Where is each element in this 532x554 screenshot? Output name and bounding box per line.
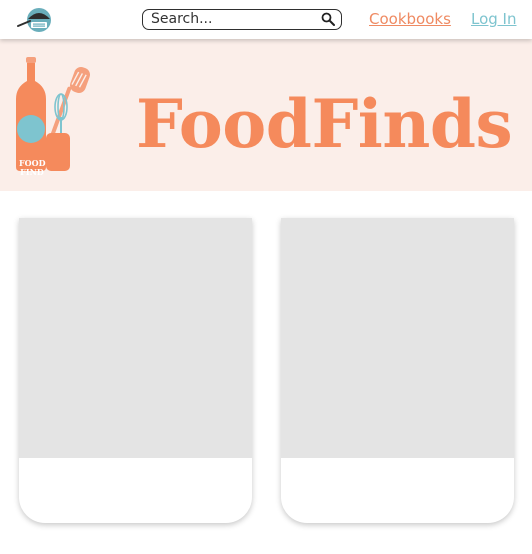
foodfinds-logo-icon[interactable] xyxy=(16,5,52,35)
card-image-placeholder xyxy=(19,218,252,458)
login-link[interactable]: Log In xyxy=(471,10,517,28)
card-image-placeholder xyxy=(281,218,514,458)
bottle-utensils-illustration xyxy=(16,57,90,171)
hero-badge-line-2: FIND xyxy=(20,167,44,177)
cookbooks-link[interactable]: Cookbooks xyxy=(369,10,451,28)
search-input[interactable] xyxy=(151,10,311,28)
hero-title: FoodFinds xyxy=(136,85,513,163)
hero-badge: FOOD FIND xyxy=(19,159,46,177)
top-navbar: Cookbooks Log In xyxy=(0,0,532,39)
recipe-card[interactable] xyxy=(19,218,252,523)
recipe-card[interactable] xyxy=(281,218,514,523)
card-body xyxy=(19,458,252,523)
search-icon[interactable] xyxy=(321,12,335,26)
card-body xyxy=(281,458,514,523)
search-bar xyxy=(142,9,342,30)
hero-banner: FOOD FIND FoodFinds xyxy=(0,39,532,191)
